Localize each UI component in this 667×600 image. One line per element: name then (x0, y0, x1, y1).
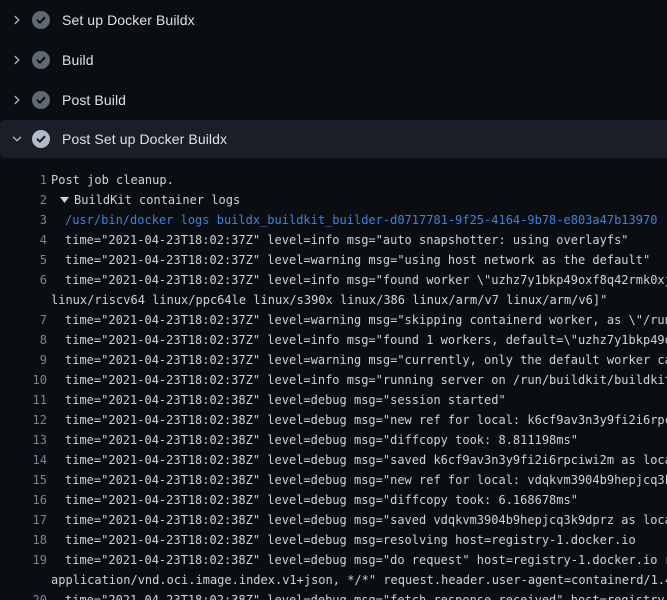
log-line: 14 time="2021-04-23T18:02:38Z" level=debu… (0, 450, 667, 470)
log-line-text: time="2021-04-23T18:02:37Z" level=info m… (65, 330, 667, 350)
log-viewer: 1Post job cleanup.2 BuildKit container lo… (0, 158, 667, 600)
log-line-text: time="2021-04-23T18:02:38Z" level=debug … (65, 530, 636, 550)
log-line: 10 time="2021-04-23T18:02:37Z" level=info… (0, 370, 667, 390)
log-line: 13 time="2021-04-23T18:02:38Z" level=debu… (0, 430, 667, 450)
log-line-number[interactable]: 11 (0, 390, 47, 410)
chevron-right-icon[interactable] (10, 53, 24, 67)
step-list: Set up Docker Buildx Build Post Build Po… (0, 0, 667, 158)
log-line: 20 time="2021-04-23T18:02:38Z" level=debu… (0, 590, 667, 600)
log-line-number[interactable]: 4 (0, 230, 47, 250)
log-line-number (0, 570, 47, 590)
chevron-right-icon[interactable] (10, 13, 24, 27)
log-line-number[interactable]: 18 (0, 530, 47, 550)
log-line: 2 BuildKit container logs (0, 190, 667, 210)
collapse-caret-icon[interactable] (60, 190, 69, 210)
check-circle-icon (32, 11, 50, 29)
log-line: 8 time="2021-04-23T18:02:37Z" level=info … (0, 330, 667, 350)
log-line-text: time="2021-04-23T18:02:38Z" level=debug … (65, 590, 667, 600)
log-line: application/vnd.oci.image.index.v1+json,… (0, 570, 667, 590)
log-line: 18 time="2021-04-23T18:02:38Z" level=debu… (0, 530, 667, 550)
log-line-number[interactable]: 19 (0, 550, 47, 570)
log-line-number[interactable]: 17 (0, 510, 47, 530)
log-line-number[interactable]: 16 (0, 490, 47, 510)
log-line: 4 time="2021-04-23T18:02:37Z" level=info … (0, 230, 667, 250)
log-line-text: time="2021-04-23T18:02:38Z" level=debug … (65, 510, 667, 530)
log-line: 3/usr/bin/docker logs buildx_buildkit_bu… (0, 210, 667, 230)
log-line: 11 time="2021-04-23T18:02:38Z" level=debu… (0, 390, 667, 410)
log-line-number[interactable]: 8 (0, 330, 47, 350)
step-label: Build (62, 52, 94, 68)
log-line: 17 time="2021-04-23T18:02:38Z" level=debu… (0, 510, 667, 530)
log-line-number[interactable]: 12 (0, 410, 47, 430)
log-line-text: BuildKit container logs (74, 190, 240, 210)
log-line-number[interactable]: 3 (0, 210, 47, 230)
log-line-number[interactable]: 9 (0, 350, 47, 370)
log-line-number[interactable]: 5 (0, 250, 47, 270)
log-line-text: time="2021-04-23T18:02:37Z" level=warnin… (65, 310, 667, 330)
check-circle-icon (32, 91, 50, 109)
log-rows: 1Post job cleanup.2 BuildKit container lo… (0, 170, 667, 600)
log-line-text: time="2021-04-23T18:02:37Z" level=info m… (65, 230, 629, 250)
check-circle-icon (32, 130, 50, 148)
log-line-text: time="2021-04-23T18:02:38Z" level=debug … (65, 450, 667, 470)
chevron-right-icon[interactable] (10, 93, 24, 107)
step-label: Post Build (62, 92, 126, 108)
log-line-text: /usr/bin/docker logs buildx_buildkit_bui… (65, 210, 657, 230)
log-line-number[interactable]: 14 (0, 450, 47, 470)
log-line-text: time="2021-04-23T18:02:37Z" level=warnin… (65, 350, 667, 370)
check-circle-icon (32, 51, 50, 69)
log-line-number[interactable]: 20 (0, 590, 47, 600)
log-line-number[interactable]: 1 (0, 170, 47, 190)
log-line: 7 time="2021-04-23T18:02:37Z" level=warni… (0, 310, 667, 330)
log-line-number[interactable]: 10 (0, 370, 47, 390)
log-line: 5 time="2021-04-23T18:02:37Z" level=warni… (0, 250, 667, 270)
log-line-text: time="2021-04-23T18:02:37Z" level=warnin… (65, 250, 650, 270)
step-row-build[interactable]: Build (0, 40, 667, 80)
log-line-number[interactable]: 15 (0, 470, 47, 490)
log-line: 16 time="2021-04-23T18:02:38Z" level=debu… (0, 490, 667, 510)
log-line-text: time="2021-04-23T18:02:37Z" level=info m… (65, 270, 667, 290)
step-label: Set up Docker Buildx (62, 12, 195, 28)
log-line-text: time="2021-04-23T18:02:37Z" level=info m… (65, 370, 667, 390)
log-line-number[interactable]: 2 (0, 190, 47, 210)
chevron-down-icon[interactable] (10, 132, 24, 146)
log-line-text: linux/riscv64 linux/ppc64le linux/s390x … (51, 290, 607, 310)
log-line-text: time="2021-04-23T18:02:38Z" level=debug … (65, 550, 667, 570)
log-line-number (0, 290, 47, 310)
log-line-text: application/vnd.oci.image.index.v1+json,… (51, 570, 667, 590)
log-line-text: time="2021-04-23T18:02:38Z" level=debug … (65, 490, 578, 510)
log-line: 1Post job cleanup. (0, 170, 667, 190)
log-line: 19 time="2021-04-23T18:02:38Z" level=debu… (0, 550, 667, 570)
log-line-text: time="2021-04-23T18:02:38Z" level=debug … (65, 410, 667, 430)
step-row-set-up-docker-buildx[interactable]: Set up Docker Buildx (0, 0, 667, 40)
log-line-text: Post job cleanup. (51, 170, 174, 190)
log-line: 15 time="2021-04-23T18:02:38Z" level=debu… (0, 470, 667, 490)
log-line-text: time="2021-04-23T18:02:38Z" level=debug … (65, 390, 506, 410)
log-line: 12 time="2021-04-23T18:02:38Z" level=debu… (0, 410, 667, 430)
step-label: Post Set up Docker Buildx (62, 131, 227, 147)
log-line-number[interactable]: 7 (0, 310, 47, 330)
log-line-text: time="2021-04-23T18:02:38Z" level=debug … (65, 430, 578, 450)
log-line-text: time="2021-04-23T18:02:38Z" level=debug … (65, 470, 667, 490)
log-line: 6 time="2021-04-23T18:02:37Z" level=info … (0, 270, 667, 290)
log-line-number[interactable]: 6 (0, 270, 47, 290)
step-row-post-set-up-docker-buildx[interactable]: Post Set up Docker Buildx (0, 120, 667, 158)
log-line-number[interactable]: 13 (0, 430, 47, 450)
log-line: 9 time="2021-04-23T18:02:37Z" level=warni… (0, 350, 667, 370)
log-line: linux/riscv64 linux/ppc64le linux/s390x … (0, 290, 667, 310)
step-row-post-build[interactable]: Post Build (0, 80, 667, 120)
